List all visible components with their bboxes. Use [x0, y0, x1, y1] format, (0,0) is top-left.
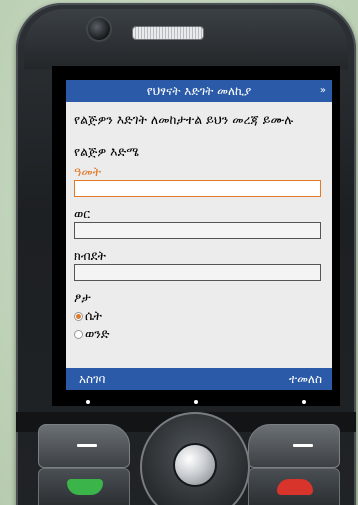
gender-option-male[interactable]: ወንድ	[74, 326, 324, 342]
softkey-bar: አስገባ ተመለስ	[66, 368, 332, 390]
age-section-heading: የልጅዎ እድሜ	[74, 144, 139, 159]
radio-unselected-icon[interactable]	[74, 329, 83, 339]
gender-label: ፆታ	[74, 290, 91, 305]
app-title: የህፃናት እድገት መለኪያ	[146, 84, 252, 98]
indicator-dot	[302, 400, 306, 404]
app-title-bar: የህፃናት እድገት መለኪያ »	[66, 80, 332, 102]
weight-input[interactable]	[74, 264, 321, 281]
gender-option-label: ወንድ	[85, 326, 110, 341]
phone-screen: የህፃናት እድገት መለኪያ » የልጅዎን እድገት ለመከታተል ይህን …	[66, 80, 332, 390]
submit-softkey[interactable]: አስገባ	[79, 368, 105, 390]
dash-icon	[77, 444, 97, 447]
radio-selected-icon[interactable]	[74, 311, 83, 321]
phone-top-rim	[24, 9, 348, 69]
month-label: ወር	[74, 206, 91, 221]
indicator-dot	[194, 400, 198, 404]
green-handset-icon	[67, 479, 103, 495]
form-instruction: የልጅዎን እድገት ለመከታተል ይህን መረጃ ይሙሉ	[74, 112, 294, 127]
gender-option-female[interactable]: ሴት	[74, 308, 324, 324]
gender-option-label: ሴት	[85, 308, 102, 323]
year-input[interactable]	[74, 180, 321, 197]
more-indicator-icon[interactable]: »	[320, 80, 326, 102]
red-handset-icon	[277, 479, 313, 495]
month-input[interactable]	[74, 222, 321, 239]
form-content: የልጅዎን እድገት ለመከታተል ይህን መረጃ ይሙሉ የልጅዎ እድሜ ዓ…	[66, 102, 332, 342]
dash-icon	[293, 444, 313, 447]
end-call-key[interactable]	[248, 468, 340, 505]
left-soft-key[interactable]	[38, 424, 130, 468]
right-soft-key[interactable]	[248, 424, 340, 468]
year-label: ዓመት	[74, 164, 102, 179]
indicator-dot	[86, 400, 90, 404]
call-key[interactable]	[38, 468, 130, 505]
back-softkey[interactable]: ተመለስ	[289, 368, 322, 390]
speaker-grill-icon	[133, 27, 203, 39]
camera-lens-icon	[88, 18, 110, 40]
select-button[interactable]	[175, 445, 215, 485]
weight-label: ክብደት	[74, 248, 106, 263]
